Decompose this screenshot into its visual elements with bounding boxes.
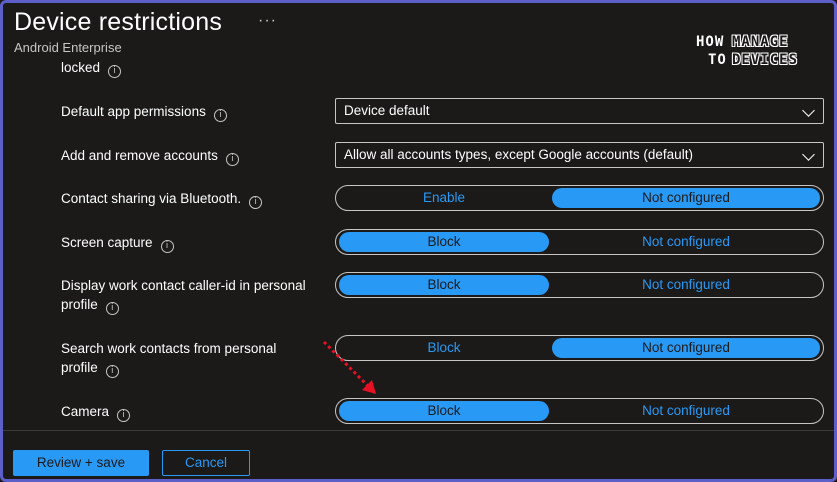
toggle-option-not-configured[interactable]: Not configured [552, 275, 820, 295]
info-icon[interactable]: i [213, 109, 227, 122]
info-icon[interactable]: i [117, 409, 131, 422]
camera-toggle: Block Not configured [335, 398, 824, 424]
info-icon[interactable]: i [105, 365, 119, 378]
add-remove-accounts-dropdown[interactable]: Allow all accounts types, except Google … [335, 142, 824, 168]
page-subtitle: Android Enterprise [14, 40, 122, 55]
toggle-option-block[interactable]: Block [339, 232, 549, 252]
setting-label: profile [61, 297, 98, 312]
info-icon[interactable]: i [249, 196, 263, 209]
info-icon[interactable]: i [225, 153, 239, 166]
more-options-icon[interactable]: ··· [258, 12, 277, 30]
setting-label: Display work contact caller-id in person… [61, 278, 306, 293]
toggle-option-block[interactable]: Block [339, 275, 549, 295]
info-icon[interactable]: i [108, 65, 122, 78]
search-contacts-toggle: Block Not configured [335, 335, 824, 361]
dropdown-value: Device default [344, 103, 430, 118]
caller-id-toggle: Block Not configured [335, 272, 824, 298]
chevron-down-icon [802, 104, 815, 117]
dropdown-value: Allow all accounts types, except Google … [344, 147, 693, 162]
setting-caller-id: Display work contact caller-id in person… [61, 276, 306, 315]
toggle-option-not-configured[interactable]: Not configured [552, 401, 820, 421]
setting-camera: Camera i [61, 402, 131, 422]
footer-divider [3, 430, 834, 431]
setting-add-remove-accounts: Add and remove accounts i [61, 146, 239, 166]
setting-label: Default app permissions [61, 104, 206, 119]
default-app-permissions-dropdown[interactable]: Device default [335, 98, 824, 124]
setting-default-app-permissions: Default app permissions i [61, 102, 227, 122]
how-to-manage-devices-logo: HOW TO MANAGE DEVICES [696, 34, 799, 68]
page-header: Device restrictions Android Enterprise [14, 8, 222, 60]
setting-label: Contact sharing via Bluetooth. [61, 191, 242, 206]
annotation-arrow-icon [322, 340, 376, 394]
setting-locked-row: locked i [61, 58, 122, 78]
setting-label: profile [61, 360, 98, 375]
info-icon[interactable]: i [160, 240, 174, 253]
toggle-option-enable[interactable]: Enable [339, 188, 549, 208]
chevron-down-icon [802, 148, 815, 161]
screen-capture-toggle: Block Not configured [335, 229, 824, 255]
toggle-option-not-configured[interactable]: Not configured [552, 188, 820, 208]
toggle-option-block[interactable]: Block [339, 401, 549, 421]
cancel-button[interactable]: Cancel [162, 450, 250, 476]
page-title: Device restrictions [14, 8, 223, 36]
info-icon[interactable]: i [105, 302, 119, 315]
setting-label: Search work contacts from personal [61, 341, 277, 356]
setting-label: Screen capture [61, 235, 153, 250]
review-save-button[interactable]: Review + save [13, 450, 149, 476]
toggle-option-not-configured[interactable]: Not configured [552, 232, 820, 252]
setting-label: Camera [61, 404, 110, 419]
setting-label: Add and remove accounts [61, 148, 218, 163]
setting-contact-sharing: Contact sharing via Bluetooth. i [61, 189, 263, 209]
setting-screen-capture: Screen capture i [61, 233, 174, 253]
setting-search-contacts: Search work contacts from personal profi… [61, 339, 276, 378]
toggle-option-not-configured[interactable]: Not configured [552, 338, 820, 358]
setting-label: locked [61, 60, 101, 75]
contact-sharing-toggle: Enable Not configured [335, 185, 824, 211]
